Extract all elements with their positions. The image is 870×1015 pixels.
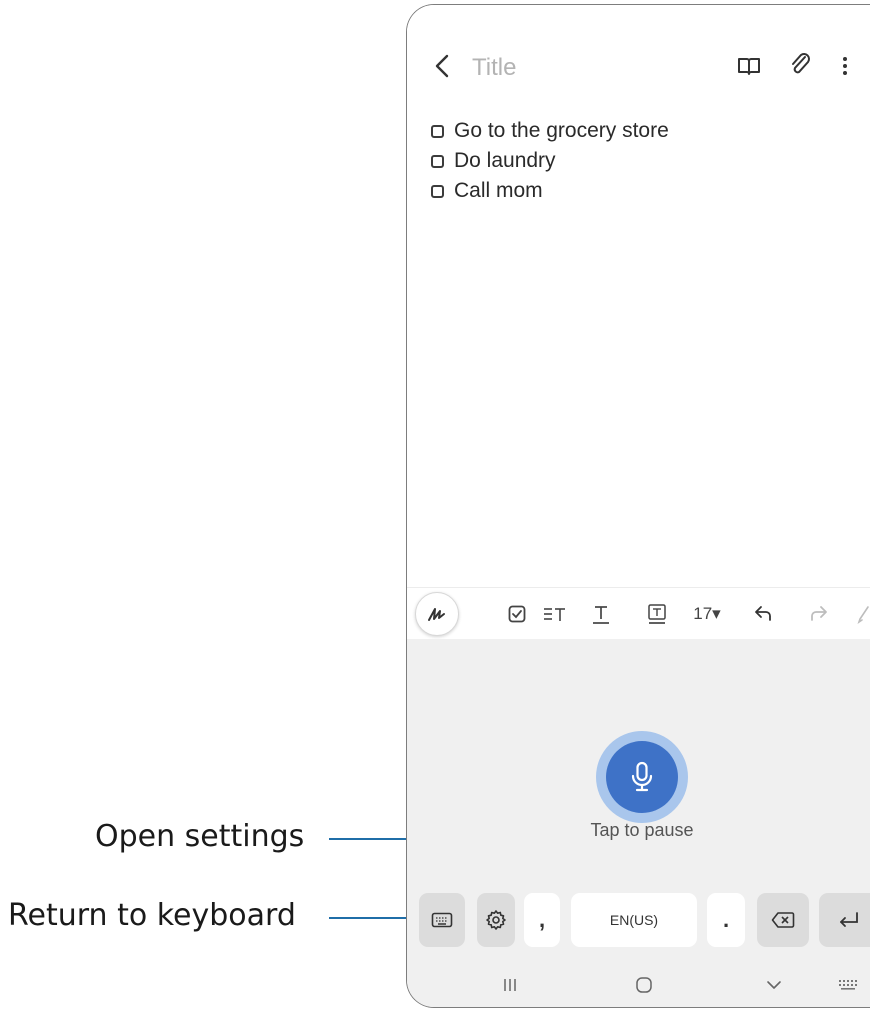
redo-icon (811, 606, 827, 621)
voice-input-panel: Tap to pause , EN(US) . (407, 639, 870, 1007)
eraser-icon (857, 606, 869, 624)
handwriting-pen-button[interactable] (415, 592, 459, 636)
eraser-button[interactable] (853, 598, 870, 630)
backspace-icon (771, 912, 795, 928)
keyboard-icon (431, 912, 453, 928)
formatting-toolbar: 17▾ (407, 587, 870, 640)
keyboard-switch-button[interactable] (833, 972, 863, 998)
text-box-button[interactable] (641, 598, 673, 630)
recent-apps-button[interactable] (495, 972, 525, 998)
handwriting-pen-icon (428, 608, 445, 621)
open-settings-button[interactable] (477, 893, 515, 947)
backspace-key[interactable] (757, 893, 809, 947)
language-key[interactable]: EN(US) (571, 893, 697, 947)
paragraph-style-icon (544, 608, 565, 621)
list-item[interactable]: Call mom (431, 176, 669, 206)
note-editor[interactable]: Title Go to the grocery store Do laundry… (407, 5, 870, 587)
home-icon (636, 977, 652, 993)
text-box-icon (648, 604, 666, 624)
checkbox-icon[interactable] (431, 184, 444, 198)
checkbox-icon[interactable] (431, 154, 444, 168)
enter-icon (840, 912, 858, 927)
list-item[interactable]: Do laundry (431, 146, 669, 176)
checklist-item-text[interactable]: Do laundry (454, 149, 556, 173)
checkbox-tool-button[interactable] (501, 598, 533, 630)
book-icon[interactable] (735, 51, 763, 81)
paperclip-icon[interactable] (787, 51, 815, 81)
checklist-item-text[interactable]: Go to the grocery store (454, 119, 669, 143)
font-size-dropdown[interactable]: 17▾ (685, 598, 729, 630)
checkbox-icon[interactable] (431, 124, 444, 138)
microphone-button[interactable] (606, 741, 678, 813)
checklist: Go to the grocery store Do laundry Call … (431, 116, 669, 206)
enter-key[interactable] (819, 893, 870, 947)
back-arrow-icon[interactable] (431, 51, 455, 81)
redo-button[interactable] (803, 598, 835, 630)
callout-open-settings: Open settings (95, 819, 305, 854)
paragraph-style-button[interactable] (537, 598, 573, 630)
comma-key-label: , (538, 907, 546, 932)
callout-return-to-keyboard: Return to keyboard (8, 898, 296, 933)
phone-screen: Title Go to the grocery store Do laundry… (406, 4, 870, 1008)
comma-key[interactable]: , (524, 893, 560, 947)
undo-button[interactable] (747, 598, 779, 630)
checklist-item-text[interactable]: Call mom (454, 179, 543, 203)
period-key[interactable]: . (707, 893, 745, 947)
language-key-label: EN(US) (609, 912, 659, 928)
font-size-value: 17▾ (693, 604, 721, 623)
checkbox-tool-icon (508, 605, 526, 623)
return-to-keyboard-button[interactable] (419, 893, 465, 947)
note-title-placeholder[interactable]: Title (472, 54, 516, 82)
gear-icon (486, 910, 506, 930)
more-options-icon[interactable] (831, 51, 859, 81)
home-button[interactable] (629, 972, 659, 998)
list-item[interactable]: Go to the grocery store (431, 116, 669, 146)
back-button[interactable] (759, 972, 789, 998)
navigation-bar (407, 962, 870, 1007)
text-style-icon (593, 606, 609, 624)
voice-status-text: Tap to pause (590, 820, 694, 840)
keyboard-switch-icon (839, 980, 857, 990)
recent-apps-icon (504, 979, 516, 991)
period-key-label: . (722, 907, 730, 932)
back-icon (767, 981, 781, 989)
microphone-icon (631, 761, 653, 792)
undo-icon (755, 606, 771, 621)
text-style-button[interactable] (585, 598, 617, 630)
